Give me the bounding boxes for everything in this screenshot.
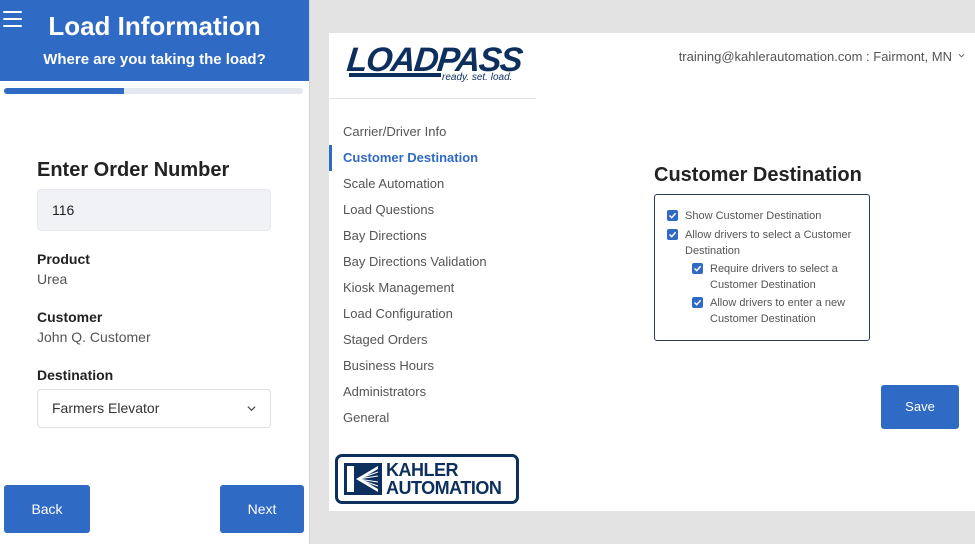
option-label: Require drivers to select a Customer Des… xyxy=(710,263,838,291)
product-value: Urea xyxy=(37,271,68,287)
logo-tagline: ready. set. load. xyxy=(442,72,513,83)
nav-item-scale-automation[interactable]: Scale Automation xyxy=(329,171,536,197)
customer-destination-options: Show Customer Destination Allow drivers … xyxy=(654,194,870,341)
settings-nav: Carrier/Driver Info Customer Destination… xyxy=(329,119,536,431)
nav-item-bay-directions-validation[interactable]: Bay Directions Validation xyxy=(329,249,536,275)
loadpass-logo[interactable]: LOADPASS ready. set. load. xyxy=(345,41,523,84)
checkbox-show-customer-destination[interactable] xyxy=(667,210,678,221)
customer-label: Customer xyxy=(37,309,103,325)
progress-bar xyxy=(4,88,303,94)
option-label: Allow drivers to select a Customer Desti… xyxy=(685,229,852,257)
checkbox-require-select-destination[interactable] xyxy=(692,263,703,274)
product-label: Product xyxy=(37,251,90,267)
user-account-text: training@kahlerautomation.com : Fairmont… xyxy=(678,49,952,64)
option-show-customer-destination: Show Customer Destination xyxy=(667,208,863,224)
nav-item-general[interactable]: General xyxy=(329,405,536,431)
option-label: Show Customer Destination xyxy=(685,210,822,222)
order-number-heading: Enter Order Number xyxy=(37,159,230,181)
order-number-input[interactable]: 116 xyxy=(37,189,271,231)
kahler-k-icon xyxy=(344,463,382,495)
nav-item-kiosk-management[interactable]: Kiosk Management xyxy=(329,275,536,301)
nav-item-bay-directions[interactable]: Bay Directions xyxy=(329,223,536,249)
option-allow-select-destination: Allow drivers to select a Customer Desti… xyxy=(667,227,863,259)
destination-label: Destination xyxy=(37,367,114,383)
kahler-automation-logo: KAHLER AUTOMATION xyxy=(335,454,519,504)
destination-select[interactable]: Farmers Elevator xyxy=(37,389,271,428)
nav-item-business-hours[interactable]: Business Hours xyxy=(329,353,536,379)
logo-underline xyxy=(349,73,441,77)
admin-portal: LOADPASS ready. set. load. training@kahl… xyxy=(329,33,975,511)
checkbox-allow-enter-new-destination[interactable] xyxy=(692,297,703,308)
customer-value: John Q. Customer xyxy=(37,329,151,345)
nav-item-staged-orders[interactable]: Staged Orders xyxy=(329,327,536,353)
progress-bar-fill xyxy=(4,88,124,94)
nav-item-load-questions[interactable]: Load Questions xyxy=(329,197,536,223)
user-menu[interactable]: training@kahlerautomation.com : Fairmont… xyxy=(679,49,965,64)
nav-item-load-configuration[interactable]: Load Configuration xyxy=(329,301,536,327)
option-label: Allow drivers to enter a new Customer De… xyxy=(710,297,846,325)
chevron-down-icon xyxy=(958,53,965,58)
next-button[interactable]: Next xyxy=(220,485,304,533)
nav-item-customer-destination[interactable]: Customer Destination xyxy=(329,145,536,171)
destination-select-value: Farmers Elevator xyxy=(52,400,160,416)
chevron-down-icon xyxy=(247,406,256,412)
kahler-logo-line2: AUTOMATION xyxy=(386,478,502,498)
page-title: Load Information xyxy=(48,11,261,41)
mobile-header: Load Information Where are you taking th… xyxy=(0,0,309,81)
back-button[interactable]: Back xyxy=(4,485,90,533)
checkbox-allow-select-destination[interactable] xyxy=(667,229,678,240)
nav-item-carrier-driver-info[interactable]: Carrier/Driver Info xyxy=(329,119,536,145)
option-require-select-destination: Require drivers to select a Customer Des… xyxy=(692,261,862,293)
nav-divider xyxy=(329,98,536,99)
option-allow-enter-new-destination: Allow drivers to enter a new Customer De… xyxy=(692,295,862,327)
section-title: Customer Destination xyxy=(654,164,862,186)
mobile-app-panel: Load Information Where are you taking th… xyxy=(0,0,310,544)
page-subtitle: Where are you taking the load? xyxy=(43,51,266,68)
nav-item-administrators[interactable]: Administrators xyxy=(329,379,536,405)
save-button[interactable]: Save xyxy=(881,385,959,429)
